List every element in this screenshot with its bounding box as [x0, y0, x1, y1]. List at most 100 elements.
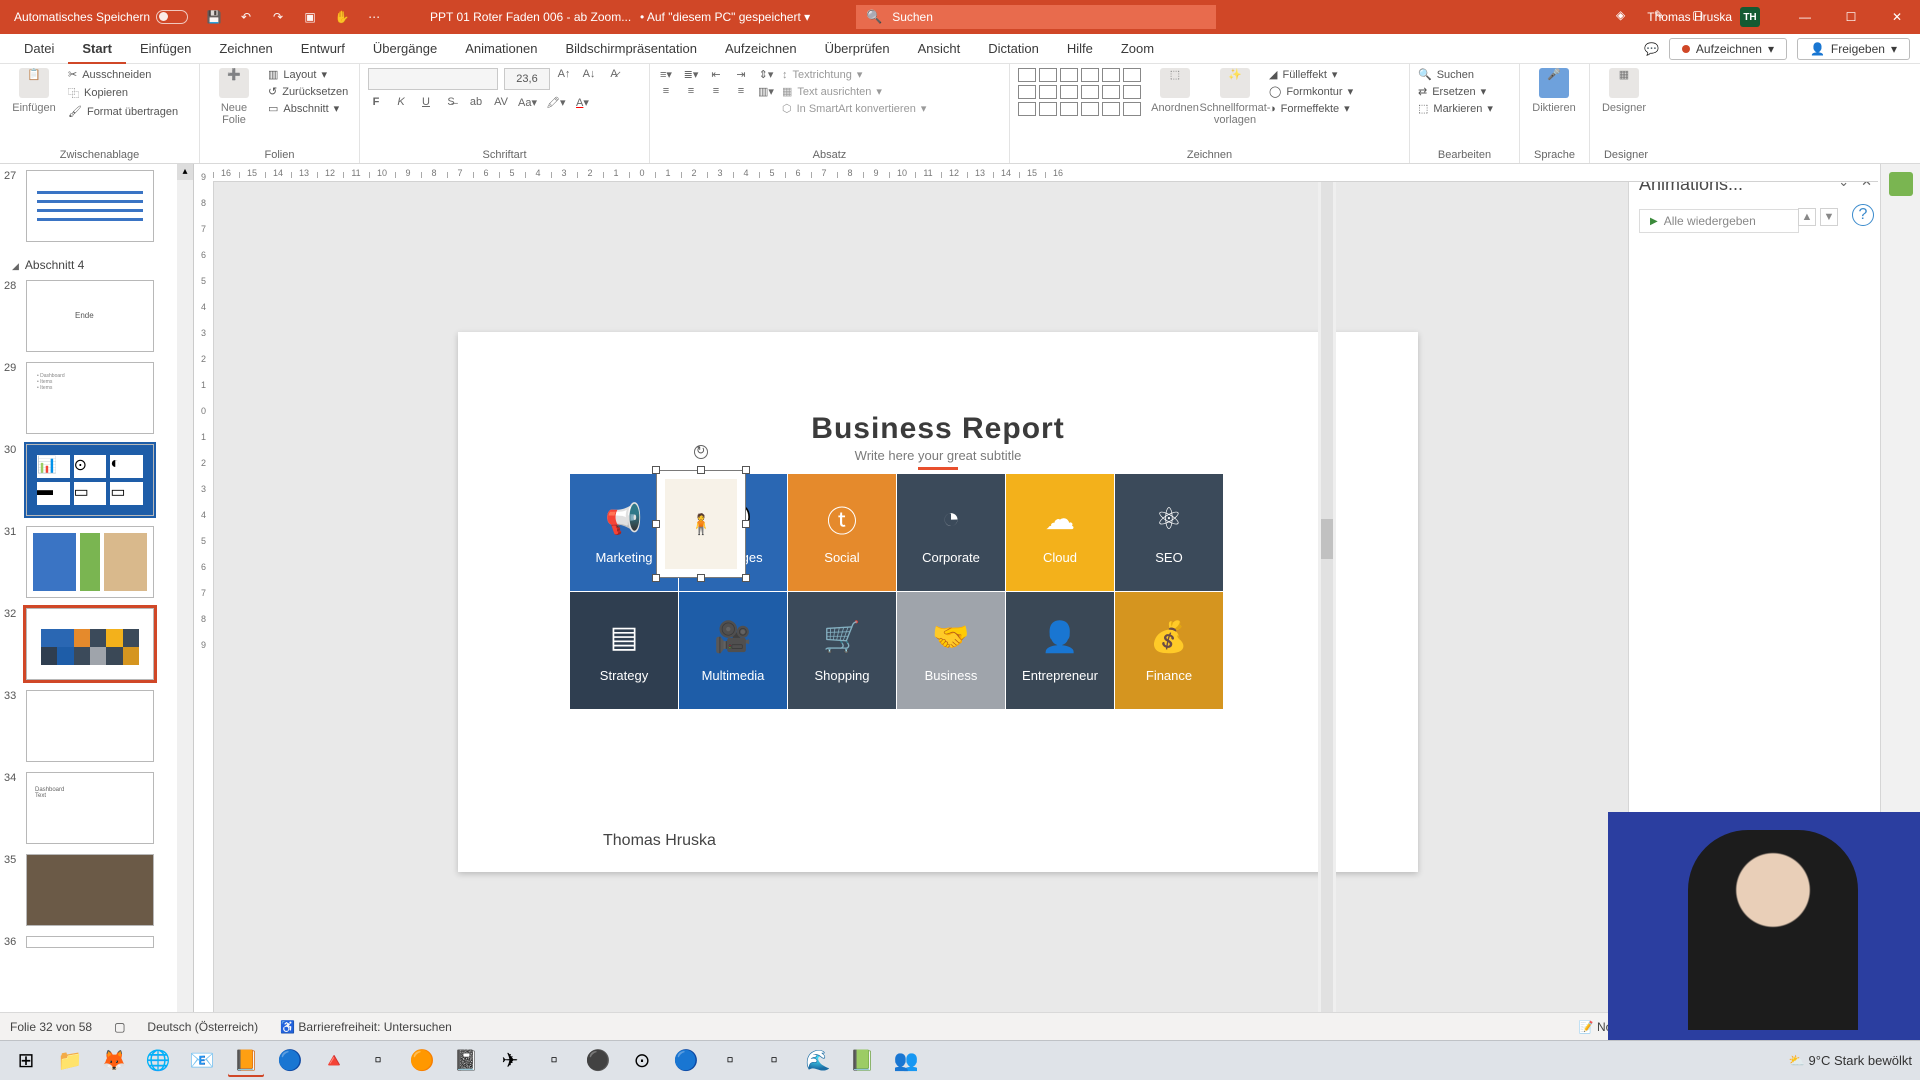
tab-start[interactable]: Start	[68, 34, 126, 64]
replace-button[interactable]: ⇄ Ersetzen ▾	[1418, 85, 1493, 98]
linespacing-button[interactable]: ⇕▾	[758, 68, 774, 81]
handle[interactable]	[742, 466, 750, 474]
paste-button[interactable]: 📋Einfügen	[8, 68, 60, 114]
minimize-button[interactable]: —	[1782, 0, 1828, 34]
accessibility[interactable]: ♿ Barrierefreiheit: Untersuchen	[280, 1020, 452, 1034]
tab-einfuegen[interactable]: Einfügen	[126, 34, 205, 64]
section-button[interactable]: ▭ Abschnitt ▾	[268, 102, 348, 115]
toggle-icon[interactable]	[156, 10, 188, 24]
vlc-icon[interactable]: 🔺	[316, 1045, 352, 1077]
tab-ueberpruefen[interactable]: Überprüfen	[811, 34, 904, 64]
tab-datei[interactable]: Datei	[10, 34, 68, 64]
bullets-button[interactable]: ≡▾	[658, 68, 674, 81]
decrease-font-icon[interactable]: A↓	[581, 68, 597, 90]
fill-button[interactable]: ◢ Fülleffekt ▾	[1269, 68, 1353, 81]
section-header[interactable]: Abschnitt 4	[0, 252, 193, 274]
play-all-button[interactable]: Alle wiedergeben	[1639, 209, 1799, 233]
shapes-gallery[interactable]	[1018, 68, 1141, 116]
select-button[interactable]: ⬚ Markieren ▾	[1418, 102, 1493, 115]
outline-button[interactable]: ◯ Formkontur ▾	[1269, 85, 1353, 98]
reset-button[interactable]: ↺ Zurücksetzen	[268, 85, 348, 98]
handle[interactable]	[652, 574, 660, 582]
tab-dictation[interactable]: Dictation	[974, 34, 1053, 64]
tab-zeichnen[interactable]: Zeichnen	[205, 34, 286, 64]
outlook-icon[interactable]: 📧	[184, 1045, 220, 1077]
app-icon[interactable]: 🟠	[404, 1045, 440, 1077]
bold-button[interactable]: F	[368, 96, 384, 109]
obs-icon[interactable]: ⚫	[580, 1045, 616, 1077]
align-center-button[interactable]: ≡	[683, 85, 699, 98]
scroll-thumb[interactable]	[1321, 519, 1333, 559]
numbering-button[interactable]: ≣▾	[683, 68, 699, 81]
onenote-icon[interactable]: 📓	[448, 1045, 484, 1077]
handle[interactable]	[697, 466, 705, 474]
app-icon[interactable]: ▫	[360, 1045, 396, 1077]
thumb-36[interactable]	[26, 936, 154, 948]
help-icon[interactable]: ?	[1852, 204, 1874, 226]
designer-button[interactable]: ▦Designer	[1598, 68, 1650, 114]
shadow-button[interactable]: ab	[468, 96, 484, 109]
maximize-button[interactable]: ☐	[1828, 0, 1874, 34]
increase-font-icon[interactable]: A↑	[556, 68, 572, 90]
thumb-28[interactable]: Ende	[26, 280, 154, 352]
font-size-select[interactable]: 23,6	[504, 68, 550, 90]
weather-widget[interactable]: ⛅ 9°C Stark bewölkt	[1789, 1053, 1912, 1069]
firefox-icon[interactable]: 🦊	[96, 1045, 132, 1077]
handle[interactable]	[742, 520, 750, 528]
format-painter-button[interactable]: 🖌 Format übertragen	[68, 105, 178, 118]
case-button[interactable]: Aa▾	[518, 96, 537, 109]
excel-icon[interactable]: 📗	[844, 1045, 880, 1077]
dictate-button[interactable]: 🎤Diktieren	[1528, 68, 1580, 114]
saved-status[interactable]: • Auf "diesem PC" gespeichert ▾	[640, 10, 810, 24]
smartart-button[interactable]: ⬡ In SmartArt konvertieren ▾	[782, 102, 926, 115]
thumb-27[interactable]	[26, 170, 154, 242]
columns-button[interactable]: ▥▾	[758, 85, 774, 98]
move-up-icon[interactable]: ▲	[1798, 208, 1816, 226]
slide-thumbnails[interactable]: 27 Abschnitt 4 28Ende 29• Dashboard• Ite…	[0, 164, 194, 1052]
tab-ansicht[interactable]: Ansicht	[904, 34, 975, 64]
justify-button[interactable]: ≡	[733, 85, 749, 98]
qat-more-icon[interactable]: ⋯	[366, 9, 382, 25]
slide-counter[interactable]: Folie 32 von 58	[10, 1020, 92, 1034]
quick-styles-button[interactable]: ✨Schnellformat-vorlagen	[1209, 68, 1261, 126]
handle[interactable]	[742, 574, 750, 582]
chrome-icon[interactable]: 🌐	[140, 1045, 176, 1077]
highlight-button[interactable]: 🖍▾	[546, 96, 566, 109]
edge-icon[interactable]: 🌊	[800, 1045, 836, 1077]
font-color-button[interactable]: A▾	[574, 96, 590, 109]
effects-button[interactable]: ◑ Formeffekte ▾	[1269, 102, 1353, 115]
teams-icon[interactable]: 👥	[888, 1045, 924, 1077]
record-button[interactable]: Aufzeichnen ▾	[1669, 38, 1787, 60]
from-start-icon[interactable]: ▣	[302, 9, 318, 25]
user-account[interactable]: Thomas Hruska TH	[1647, 7, 1760, 27]
explorer-icon[interactable]: 📁	[52, 1045, 88, 1077]
tab-hilfe[interactable]: Hilfe	[1053, 34, 1107, 64]
slide-canvas[interactable]: Business Report Write here your great su…	[458, 332, 1418, 872]
tab-zoom[interactable]: Zoom	[1107, 34, 1168, 64]
scroll-up-icon[interactable]: ▴	[177, 164, 193, 180]
spell-icon[interactable]: ▢	[114, 1020, 125, 1034]
arrange-button[interactable]: ⬚Anordnen	[1149, 68, 1201, 114]
text-align-button[interactable]: ▦ Text ausrichten ▾	[782, 85, 926, 98]
app-icon[interactable]: ▫	[712, 1045, 748, 1077]
cut-button[interactable]: ✂ Ausschneiden	[68, 68, 178, 81]
thumb-35[interactable]	[26, 854, 154, 926]
redo-icon[interactable]: ↷	[270, 9, 286, 25]
diamond-icon[interactable]: ◈	[1616, 8, 1634, 26]
app-icon[interactable]: 🔵	[272, 1045, 308, 1077]
align-left-button[interactable]: ≡	[658, 85, 674, 98]
autosave-toggle[interactable]: Automatisches Speichern	[0, 10, 188, 24]
underline-button[interactable]: U	[418, 96, 434, 109]
save-icon[interactable]: 💾	[206, 9, 222, 25]
indent-button[interactable]: ⇥	[733, 68, 749, 81]
tab-bildschirm[interactable]: Bildschirmpräsentation	[551, 34, 711, 64]
move-down-icon[interactable]: ▼	[1820, 208, 1838, 226]
new-slide-button[interactable]: ➕Neue Folie	[208, 68, 260, 126]
copy-button[interactable]: ⿻ Kopieren	[68, 85, 178, 101]
italic-button[interactable]: K	[393, 96, 409, 109]
close-button[interactable]: ✕	[1874, 0, 1920, 34]
designer-toggle[interactable]	[1889, 172, 1913, 196]
thumb-29[interactable]: • Dashboard• Items• Items	[26, 362, 154, 434]
thumb-32[interactable]	[26, 608, 154, 680]
handle[interactable]	[652, 520, 660, 528]
